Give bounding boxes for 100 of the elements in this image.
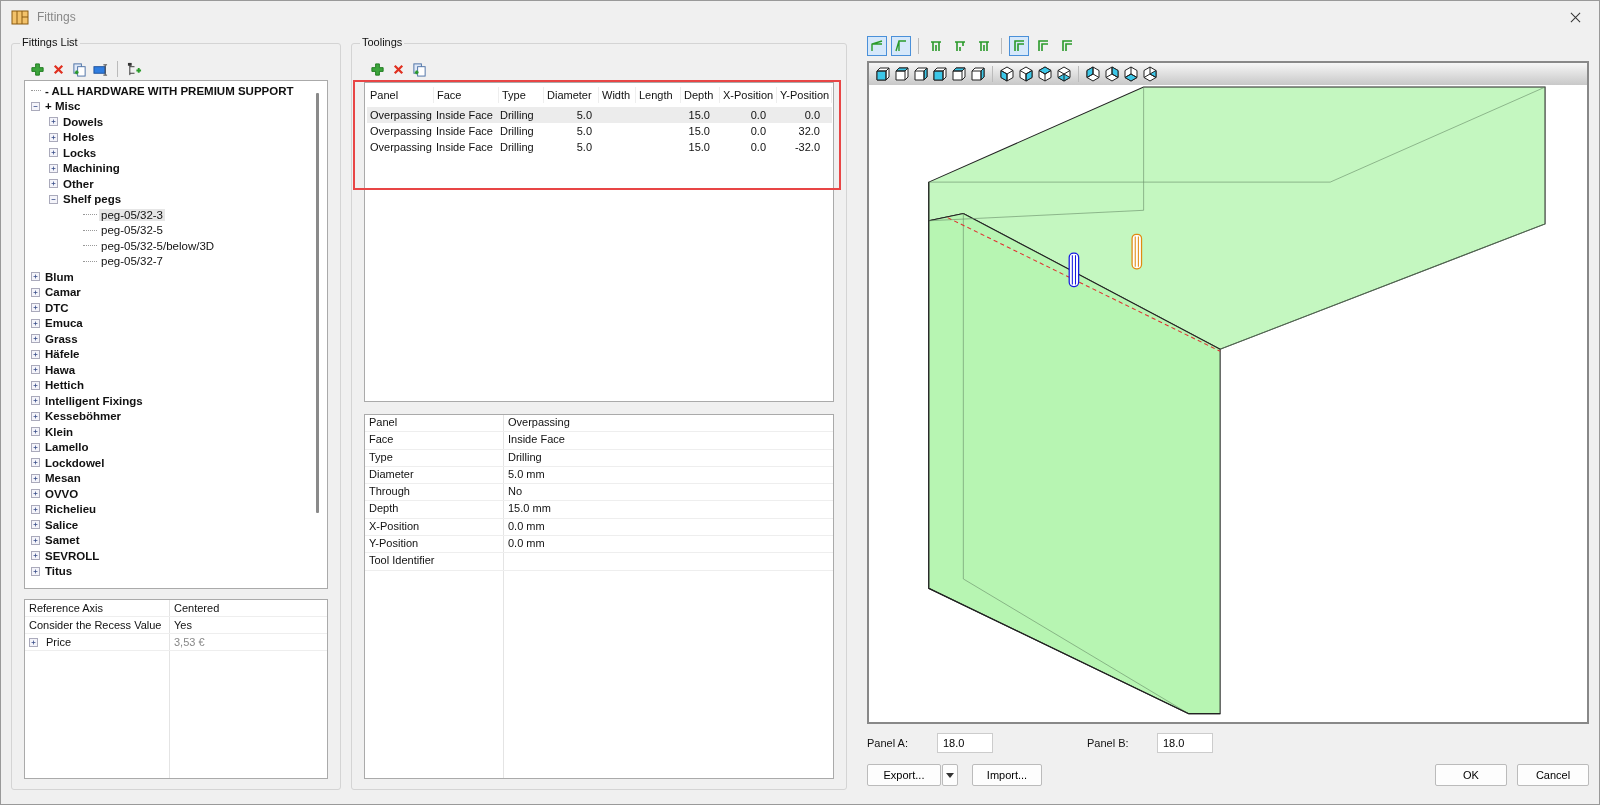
tree-item[interactable]: Lamello <box>43 441 91 454</box>
expander-icon[interactable] <box>31 535 40 545</box>
expander-icon[interactable] <box>49 148 58 158</box>
expander-icon[interactable] <box>31 396 40 406</box>
iso-view-icon[interactable] <box>1018 66 1034 82</box>
tree-item[interactable]: Titus <box>43 565 75 578</box>
column-header[interactable]: Type <box>499 87 544 103</box>
tree-item[interactable]: Salice <box>43 518 81 531</box>
add-icon[interactable] <box>30 61 45 77</box>
export-button[interactable]: Export... <box>867 764 941 786</box>
scrollbar[interactable] <box>316 93 319 513</box>
expander-icon[interactable] <box>31 272 40 282</box>
expander-icon[interactable] <box>31 489 40 499</box>
cube-view-icon[interactable] <box>932 66 948 82</box>
expander-icon[interactable] <box>31 520 40 530</box>
copy-icon[interactable] <box>412 61 427 77</box>
cube-view-icon[interactable] <box>970 66 986 82</box>
tree-item[interactable]: - ALL HARDWARE WITH PREMIUM SUPPORT <box>43 84 296 97</box>
tree-item[interactable]: Mesan <box>43 472 83 485</box>
expander-icon[interactable] <box>31 458 40 468</box>
panel-b-field[interactable]: 18.0 <box>1157 733 1213 753</box>
column-header[interactable]: Y-Position <box>777 87 832 103</box>
tree-item[interactable]: Camar <box>43 286 83 299</box>
expander-icon[interactable] <box>49 163 58 173</box>
copy-icon[interactable] <box>72 61 87 77</box>
tree-item[interactable]: Shelf pegs <box>61 193 124 206</box>
cube-view-icon[interactable] <box>875 66 891 82</box>
expander-icon[interactable] <box>49 194 58 204</box>
expander-icon[interactable] <box>31 334 40 344</box>
tree-add-icon[interactable] <box>127 61 142 77</box>
tree-item[interactable]: Holes <box>61 131 97 144</box>
tree-item[interactable]: peg-05/32-3 <box>99 208 166 221</box>
expander-icon[interactable] <box>49 132 58 142</box>
column-header[interactable]: Width <box>599 87 636 103</box>
iso-view-icon[interactable] <box>999 66 1015 82</box>
expander-icon[interactable] <box>31 473 40 483</box>
tree-item[interactable]: peg-05/32-5 <box>99 224 166 237</box>
table-row[interactable]: Overpassing Inside Face Drilling 5.0 15.0 0.0 -32.0 <box>367 139 832 155</box>
column-header[interactable]: Panel <box>367 87 434 103</box>
expander-icon[interactable] <box>31 303 40 313</box>
tree-item[interactable]: peg-05/32-7 <box>99 255 166 268</box>
iso-view-icon[interactable] <box>1123 66 1139 82</box>
tree-item[interactable]: Samet <box>43 534 82 547</box>
joint-button[interactable] <box>1009 36 1029 56</box>
tree-item[interactable]: Dowels <box>61 115 106 128</box>
tree-item[interactable]: Hettich <box>43 379 86 392</box>
import-button[interactable]: Import... <box>972 764 1042 786</box>
column-header[interactable]: X-Position <box>720 87 777 103</box>
table-row[interactable]: Overpassing Inside Face Drilling 5.0 15.0 0.0 0.0 <box>367 107 832 123</box>
expander-icon[interactable] <box>31 411 40 421</box>
iso-view-icon[interactable] <box>1037 66 1053 82</box>
tree-item[interactable]: peg-05/32-5/below/3D <box>99 239 217 252</box>
tree-item[interactable]: Lockdowel <box>43 456 107 469</box>
rename-icon[interactable] <box>93 61 108 77</box>
expander-icon[interactable] <box>31 318 40 328</box>
tree-item[interactable]: Kesseböhmer <box>43 410 124 423</box>
tree-item[interactable]: + Misc <box>43 100 83 113</box>
expander-icon[interactable] <box>31 504 40 514</box>
expander-icon[interactable] <box>31 427 40 437</box>
tree-item[interactable]: Other <box>61 177 96 190</box>
iso-view-icon[interactable] <box>1142 66 1158 82</box>
tree-item[interactable]: Grass <box>43 332 80 345</box>
panel-a-field[interactable]: 18.0 <box>937 733 993 753</box>
cube-view-icon[interactable] <box>951 66 967 82</box>
table-row[interactable]: Overpassing Inside Face Drilling 5.0 15.0 0.0 32.0 <box>367 123 832 139</box>
tree-item[interactable]: Richelieu <box>43 503 99 516</box>
iso-view-icon[interactable] <box>1056 66 1072 82</box>
tree-item[interactable]: Locks <box>61 146 99 159</box>
cube-view-icon[interactable] <box>913 66 929 82</box>
expander-icon[interactable] <box>49 117 58 127</box>
expander-icon[interactable] <box>31 551 40 561</box>
column-header[interactable]: Length <box>636 87 681 103</box>
tree-item[interactable]: Klein <box>43 425 76 438</box>
tree-item[interactable]: Machining <box>61 162 122 175</box>
ok-button[interactable]: OK <box>1435 764 1507 786</box>
expander-icon[interactable] <box>49 179 58 189</box>
expander-icon[interactable] <box>31 566 40 576</box>
expander-icon[interactable] <box>31 101 40 111</box>
export-dropdown-button[interactable] <box>942 764 958 786</box>
tree-item[interactable]: Hawa <box>43 363 78 376</box>
iso-view-icon[interactable] <box>1085 66 1101 82</box>
tree-item[interactable]: Blum <box>43 270 76 283</box>
tree-item[interactable]: SEVROLL <box>43 549 102 562</box>
column-header[interactable]: Depth <box>681 87 720 103</box>
expander-icon[interactable] <box>31 287 40 297</box>
tree-item[interactable]: DTC <box>43 301 71 314</box>
cancel-button[interactable]: Cancel <box>1517 764 1589 786</box>
tree-item[interactable]: Intelligent Fixings <box>43 394 145 407</box>
expander-icon[interactable] <box>31 380 40 390</box>
column-header[interactable]: Diameter <box>544 87 599 103</box>
cube-view-icon[interactable] <box>894 66 910 82</box>
iso-view-icon[interactable] <box>1104 66 1120 82</box>
expander-icon[interactable] <box>31 365 40 375</box>
add-icon[interactable] <box>370 61 385 77</box>
tree-item[interactable]: Häfele <box>43 348 82 361</box>
joint-button[interactable] <box>891 36 911 56</box>
joint-button[interactable] <box>867 36 887 56</box>
close-icon[interactable] <box>1570 11 1581 23</box>
tree-item[interactable]: OVVO <box>43 487 81 500</box>
expander-icon[interactable] <box>31 442 40 452</box>
